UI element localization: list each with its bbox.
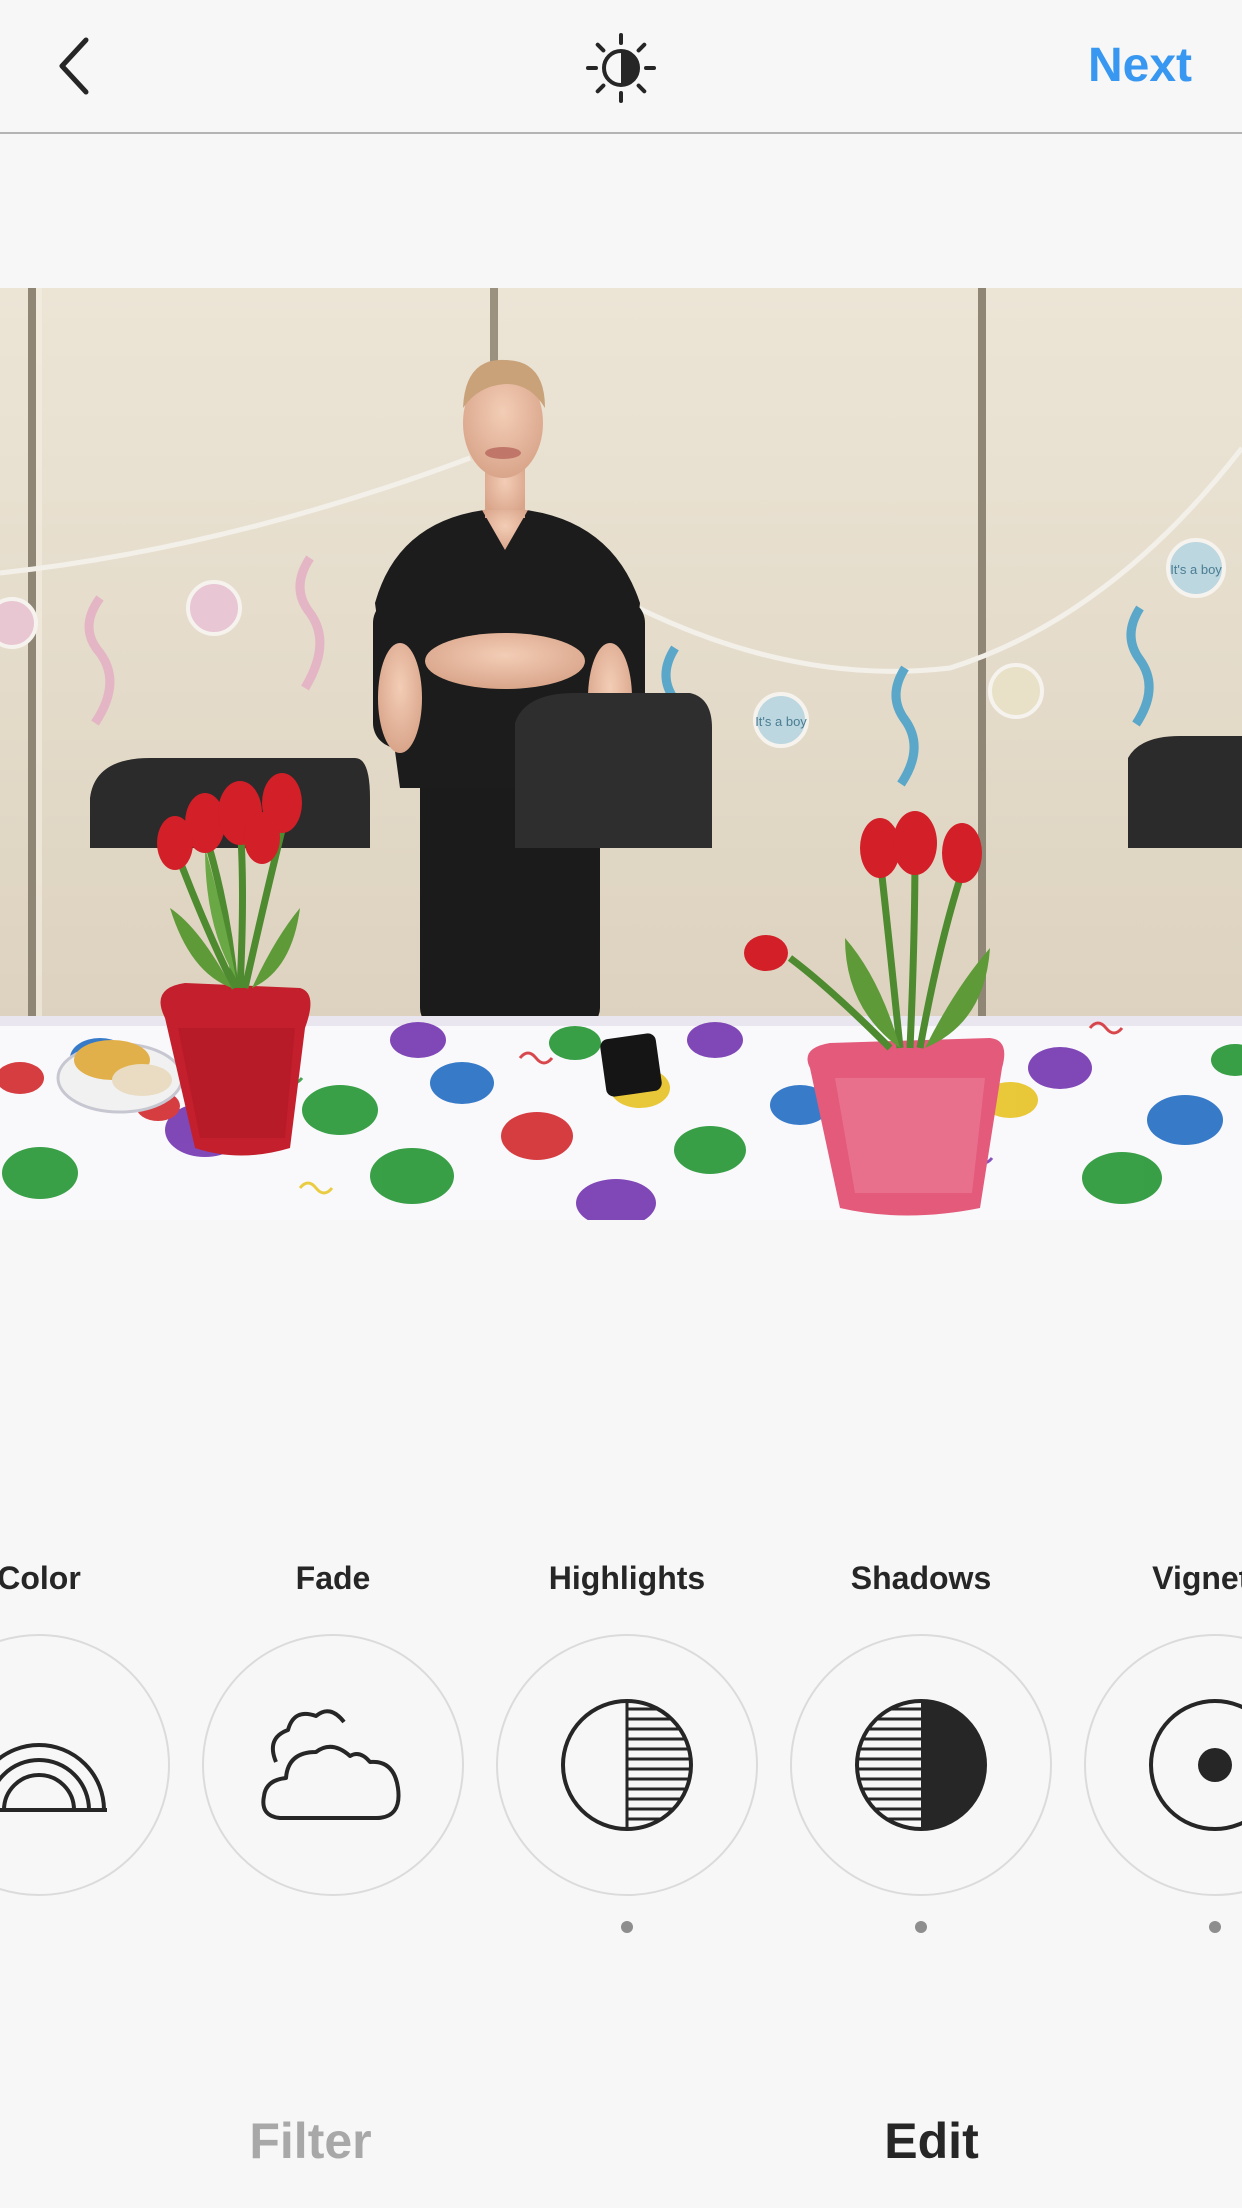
- lux-brightness-button[interactable]: [583, 30, 659, 106]
- edit-tools-strip: Color Fade Highlights Shadows Vigne: [0, 1540, 1242, 1960]
- tool-button-shadows[interactable]: [790, 1634, 1052, 1896]
- top-navigation-bar: Next: [0, 0, 1242, 134]
- adjusted-indicator-dot: [621, 1921, 633, 1933]
- tool-label: Fade: [295, 1560, 371, 1596]
- next-button[interactable]: Next: [1088, 36, 1192, 96]
- brightness-icon: [586, 33, 656, 103]
- tool-button-vignette[interactable]: [1084, 1634, 1242, 1896]
- tab-edit[interactable]: Edit: [621, 2080, 1242, 2208]
- tool-button-color[interactable]: [0, 1634, 170, 1896]
- rainbow-icon: [0, 1743, 107, 1812]
- banner-text: It's a boy: [1170, 562, 1222, 577]
- tool-fade[interactable]: Fade: [202, 1540, 464, 1960]
- tool-highlights[interactable]: Highlights: [496, 1540, 758, 1960]
- tool-label: Shadows: [850, 1560, 992, 1596]
- tool-vignette[interactable]: Vignette: [1084, 1540, 1242, 1960]
- tool-label: Color: [0, 1560, 81, 1596]
- bottom-tab-bar: Filter Edit: [0, 2080, 1242, 2208]
- tab-filter[interactable]: Filter: [0, 2080, 621, 2208]
- adjusted-indicator-dot: [915, 1921, 927, 1933]
- tool-button-highlights[interactable]: [496, 1634, 758, 1896]
- back-button[interactable]: [44, 30, 104, 102]
- tool-button-fade[interactable]: [202, 1634, 464, 1896]
- cloud-icon: [261, 1709, 401, 1820]
- banner-text: It's a boy: [755, 714, 807, 729]
- tool-label: Highlights: [548, 1560, 706, 1596]
- photo-preview: It's a boy It's a boy: [0, 288, 1242, 1220]
- vignette-icon: [1149, 1699, 1242, 1831]
- highlights-icon: [561, 1699, 693, 1831]
- tool-label: Vignette: [1152, 1560, 1242, 1596]
- adjusted-indicator-dot: [1209, 1921, 1221, 1933]
- shadows-icon: [855, 1699, 987, 1831]
- tool-shadows[interactable]: Shadows: [790, 1540, 1052, 1960]
- chevron-left-icon: [59, 37, 89, 95]
- tool-color[interactable]: Color: [0, 1540, 170, 1960]
- photo-scene: It's a boy It's a boy: [0, 288, 1242, 1220]
